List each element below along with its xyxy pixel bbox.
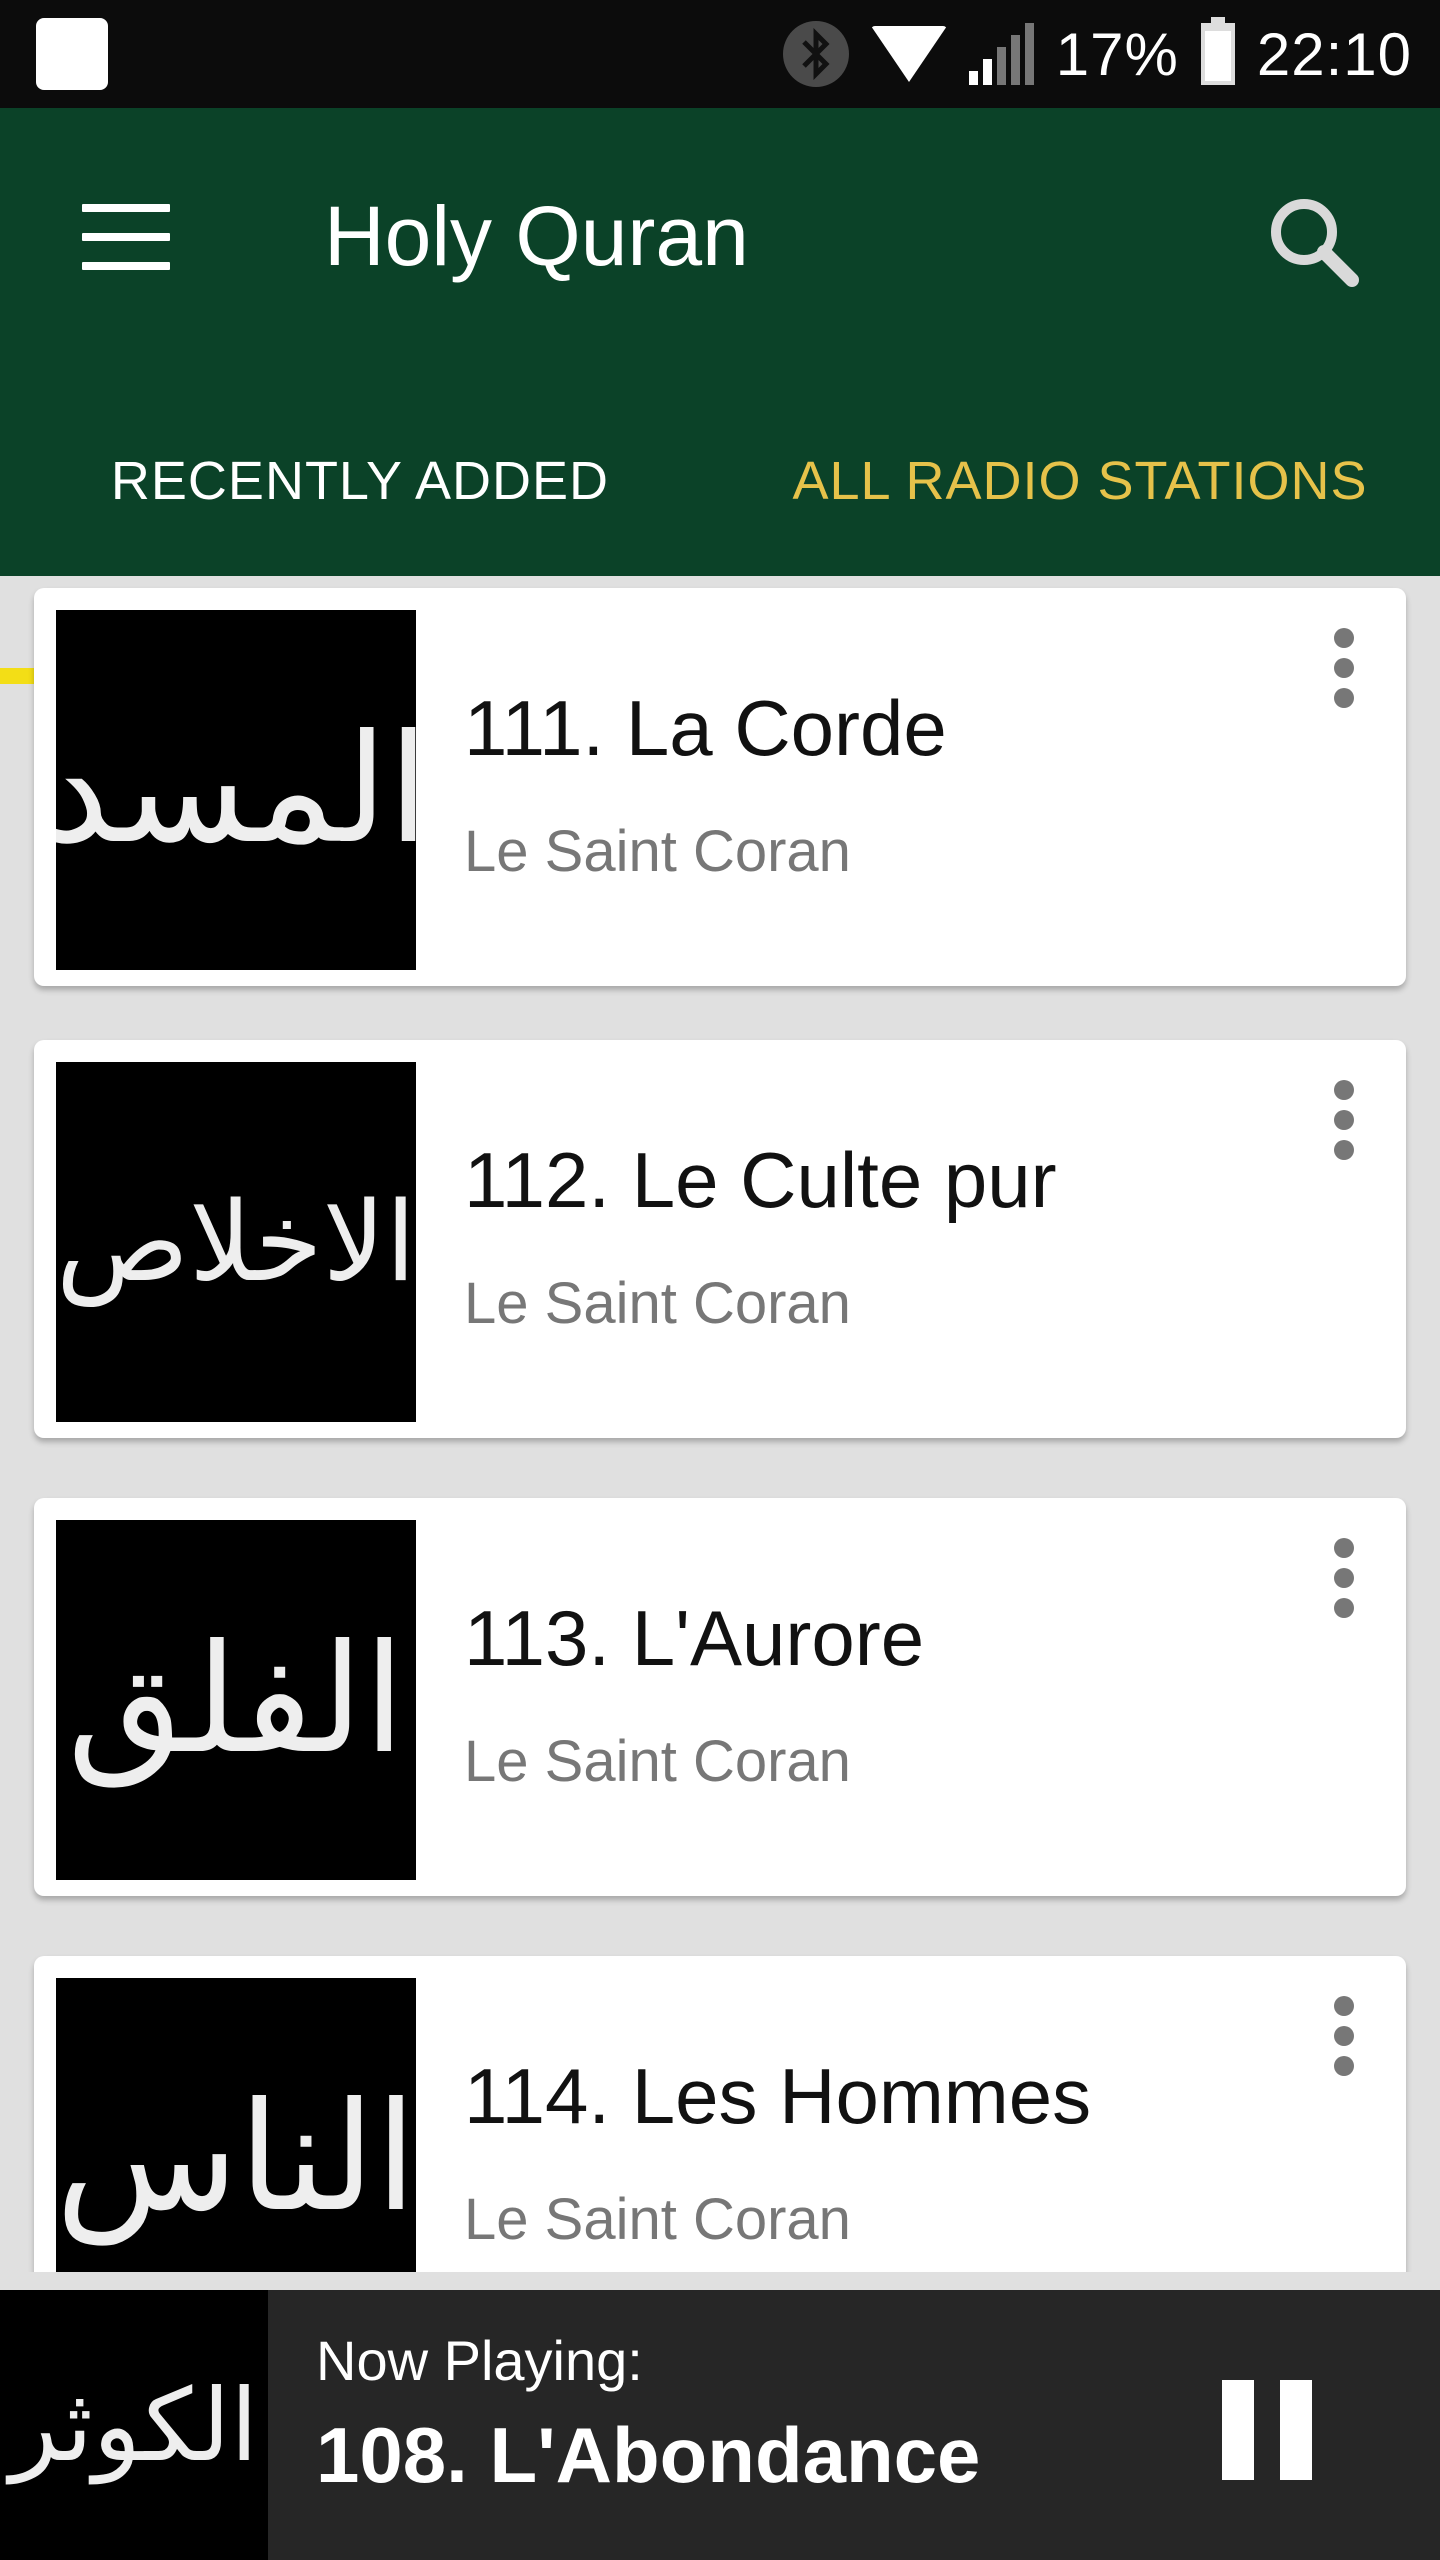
- item-subtitle: Le Saint Coran: [464, 1271, 851, 1336]
- list-item[interactable]: الاخلاص 112. Le Culte pur Le Saint Coran: [34, 1040, 1406, 1438]
- item-title: 113. L'Aurore: [464, 1594, 925, 1682]
- notification-icon: [36, 18, 108, 90]
- signal-icon: [968, 23, 1034, 85]
- item-subtitle: Le Saint Coran: [464, 1729, 851, 1794]
- item-subtitle: Le Saint Coran: [464, 2187, 851, 2252]
- station-list[interactable]: المسد 111. La Corde Le Saint Coran الاخل…: [0, 576, 1440, 2272]
- bluetooth-icon: [782, 21, 849, 87]
- battery-percent: 17%: [1055, 20, 1179, 88]
- cover-image: الناس: [56, 1978, 416, 2272]
- list-item[interactable]: الفلق 113. L'Aurore Le Saint Coran: [34, 1498, 1406, 1896]
- cover-image: الاخلاص: [56, 1062, 416, 1422]
- tab-recently-added[interactable]: RECENTLY ADDED: [0, 400, 720, 576]
- status-bar: 17% 22:10: [0, 0, 1440, 108]
- item-subtitle: Le Saint Coran: [464, 819, 851, 884]
- item-title: 112. Le Culte pur: [464, 1136, 1057, 1224]
- tab-all-radio-stations[interactable]: ALL RADIO STATIONS: [720, 400, 1440, 576]
- now-playing-bar[interactable]: الكوثر Now Playing: 108. L'Abondance: [0, 2290, 1440, 2560]
- item-title: 111. La Corde: [464, 684, 947, 772]
- list-item[interactable]: الناس 114. Les Hommes Le Saint Coran: [34, 1956, 1406, 2272]
- now-playing-label: Now Playing:: [316, 2329, 643, 2392]
- tab-label: ALL RADIO STATIONS: [792, 451, 1368, 511]
- menu-icon[interactable]: [82, 204, 170, 274]
- more-options-icon[interactable]: [1332, 1996, 1356, 2076]
- wifi-icon: [870, 26, 947, 82]
- cover-image: الفلق: [56, 1520, 416, 1880]
- app-bar: Holy Quran RECENTLY ADDED ALL RADIO STAT…: [0, 108, 1440, 684]
- more-options-icon[interactable]: [1332, 1538, 1356, 1618]
- tab-label: RECENTLY ADDED: [110, 451, 610, 511]
- cover-image: المسد: [56, 610, 416, 970]
- search-icon[interactable]: [1260, 188, 1370, 298]
- now-playing-title: 108. L'Abondance: [316, 2411, 981, 2499]
- status-icons: 17% 22:10: [782, 0, 1412, 108]
- clock: 22:10: [1256, 20, 1412, 88]
- now-playing-cover: الكوثر: [0, 2290, 268, 2560]
- more-options-icon[interactable]: [1332, 1080, 1356, 1160]
- pause-icon[interactable]: [1222, 2380, 1312, 2480]
- item-title: 114. Les Hommes: [464, 2052, 1092, 2140]
- app-title: Holy Quran: [324, 189, 749, 283]
- more-options-icon[interactable]: [1332, 628, 1356, 708]
- battery-icon: [1200, 17, 1235, 85]
- list-item[interactable]: المسد 111. La Corde Le Saint Coran: [34, 588, 1406, 986]
- tab-bar: RECENTLY ADDED ALL RADIO STATIONS: [0, 400, 1440, 576]
